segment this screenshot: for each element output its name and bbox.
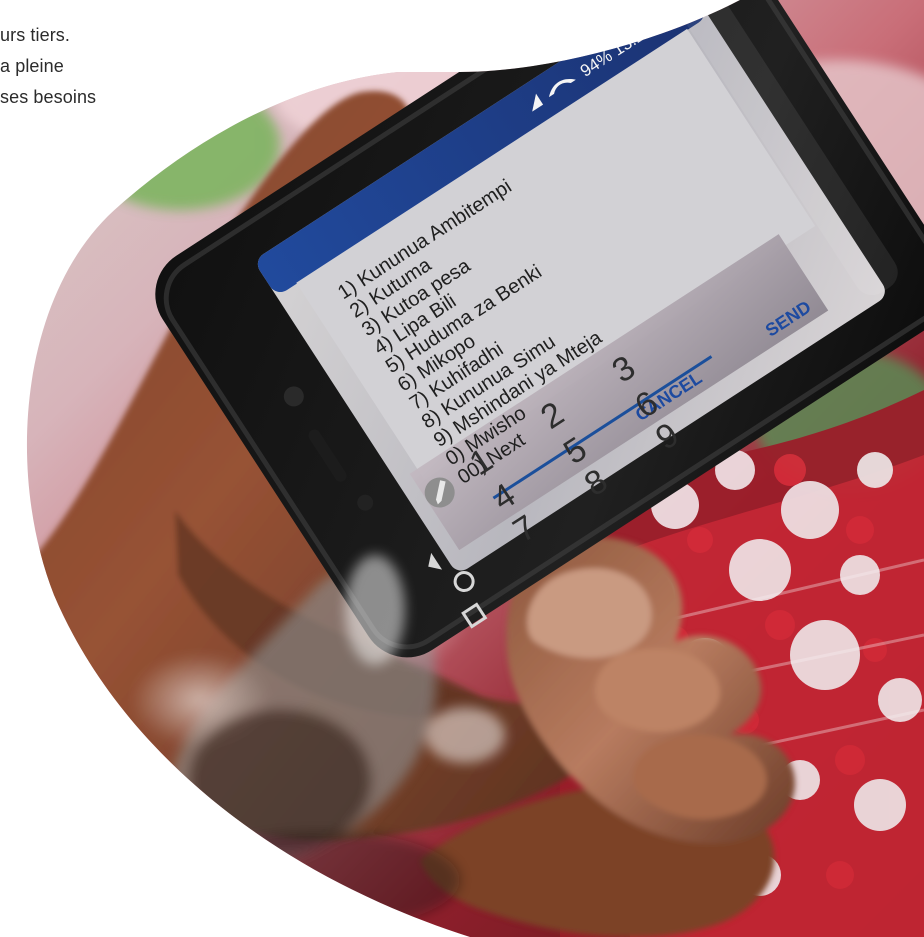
fabric-red-dot [846,516,874,544]
fabric-red-dot [765,610,795,640]
fabric-red-dot [687,527,713,553]
text-fragment: urs tiers. a pleine ses besoins [0,20,160,113]
text-line-1: urs tiers. [0,25,71,45]
fabric-dot [729,539,791,601]
dark-blur-1 [188,708,372,852]
photo-clip-group: 1) Kununua Ambitempi 2) Kutuma 3) Kutoa … [26,0,924,937]
fabric-dot [781,481,839,539]
fabric-dot [857,452,893,488]
battery-tip-icon [681,0,688,6]
fabric-red-dot [774,454,806,486]
fabric-red-dot [826,861,854,889]
white-blur-4 [425,707,505,763]
text-line-3: ses besoins [0,87,97,107]
page: urs tiers. a pleine ses besoins 1) Kunun… [0,0,924,937]
white-blur-3 [345,555,405,665]
dark-blur-2 [180,830,460,930]
fabric-red-dot [863,638,887,662]
photo-svg: 1) Kununua Ambitempi 2) Kutuma 3) Kutoa … [26,0,924,937]
fabric-dot [854,779,906,831]
fabric-red-dot [835,745,865,775]
photo-wrap: 1) Kununua Ambitempi 2) Kutuma 3) Kutoa … [0,0,924,937]
text-line-2: a pleine [0,56,64,76]
battery-icon [662,0,686,20]
